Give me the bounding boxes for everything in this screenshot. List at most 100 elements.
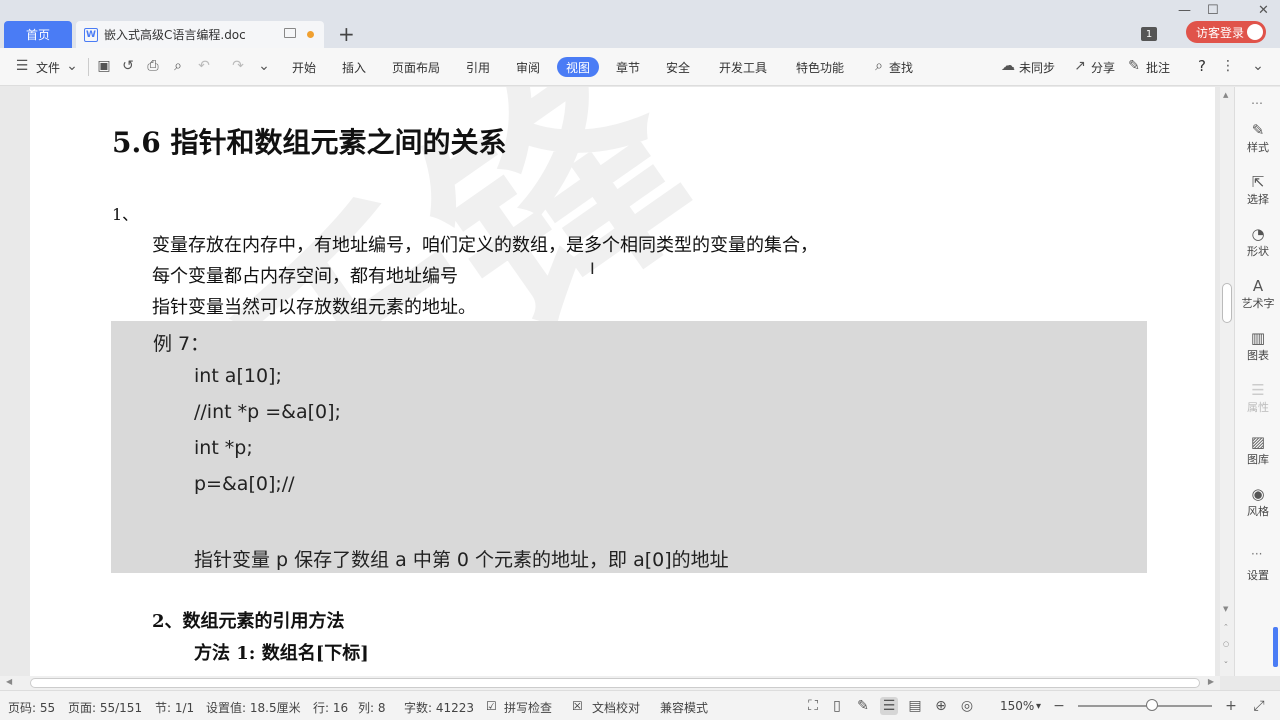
collapse-ribbon-icon[interactable]: ⌄ [1250,58,1266,74]
outline-view-icon[interactable]: ▤ [906,697,924,715]
redo-icon[interactable]: ↷ [230,58,246,74]
web-view-icon[interactable]: ⊕ [932,697,950,715]
help-button[interactable]: ? [1198,57,1206,75]
style-icon: ◉ [1251,485,1265,503]
panel-chart-button[interactable]: ▥ 图表 [1235,329,1280,363]
zoom-dropdown-icon[interactable]: ▾ [1036,701,1041,712]
login-button[interactable]: 访客登录 [1186,21,1266,43]
panel-more-icon[interactable]: … [1251,93,1263,107]
menu-security[interactable]: 安全 [666,59,690,76]
cloud-sync-icon[interactable]: ☁ [1000,58,1016,74]
select-browse-icon[interactable]: ○ [1223,640,1229,648]
status-row[interactable]: 行: 16 [313,699,348,716]
comment-button[interactable]: 批注 [1146,59,1170,76]
print-icon[interactable]: ⎙ [145,58,161,74]
focus-mode-icon[interactable]: ⛶ [804,697,822,715]
window-count-badge[interactable]: 1 [1141,27,1157,41]
quick-access-dropdown-icon[interactable]: ⌄ [256,58,272,74]
proofread-button[interactable]: 文档校对 [592,699,640,716]
scroll-up-icon[interactable]: ▲ [1223,91,1228,99]
status-page-code[interactable]: 页码: 55 [8,699,55,716]
tab-home[interactable]: 首页 [4,21,72,48]
scroll-right-icon[interactable]: ▶ [1208,677,1214,686]
panel-label: 设置 [1247,569,1269,582]
menu-references[interactable]: 引用 [466,59,490,76]
panel-shape-button[interactable]: ◔ 形状 [1235,225,1280,259]
status-bar: 页码: 55 页面: 55/151 节: 1/1 设置值: 18.5厘米 行: … [0,690,1280,720]
panel-wordart-button[interactable]: A 艺术字 [1235,277,1280,311]
more-icon[interactable]: ⋮ [1220,58,1236,74]
panel-settings-button[interactable]: 设置 [1235,567,1280,583]
document-page[interactable]: 千锋 5.6 指针和数组元素之间的关系 1、 变量存放在内存中，有地址编号，咱们… [30,87,1215,676]
next-page-icon[interactable]: ⌄ [1223,657,1229,665]
chart-icon: ▥ [1250,329,1266,347]
menu-page-layout[interactable]: 页面布局 [392,59,440,76]
maximize-icon[interactable]: ☐ [1207,3,1219,18]
fit-window-icon[interactable]: ⤢ [1250,697,1268,715]
tab-document[interactable]: W 嵌入式高级C语言编程.doc [76,21,324,48]
menu-file[interactable]: 文件 [36,59,60,76]
status-pages[interactable]: 页面: 55/151 [68,699,142,716]
horizontal-scrollbar[interactable]: ◀ ▶ [0,676,1220,690]
zoom-slider-knob[interactable] [1146,699,1158,711]
menu-insert[interactable]: 插入 [342,59,366,76]
comment-icon[interactable]: ✎ [1126,58,1142,74]
menu-search[interactable]: 查找 [889,59,913,76]
edit-mode-icon[interactable]: ✎ [854,697,872,715]
monitor-icon[interactable] [284,28,296,38]
export-icon[interactable]: ↺ [120,58,136,74]
vertical-scrollbar[interactable]: ▲ ▼ ⌃ ○ ⌄ [1220,87,1234,676]
spellcheck-button[interactable]: 拼写检查 [504,699,552,716]
eye-protection-icon[interactable]: ◎ [958,697,976,715]
panel-style-theme-button[interactable]: ◉ 风格 [1235,485,1280,519]
status-setting[interactable]: 设置值: 18.5厘米 [206,699,301,716]
menu-review[interactable]: 审阅 [516,59,540,76]
panel-label: 属性 [1247,401,1269,414]
panel-style-button[interactable]: ✎ 样式 [1235,121,1280,155]
avatar [1247,24,1263,40]
tab-document-label: 嵌入式高级C语言编程.doc [104,28,246,42]
panel-gallery-button[interactable]: ▨ 图库 [1235,433,1280,467]
menu-view[interactable]: 视图 [557,57,599,77]
spellcheck-icon[interactable]: ☑ [486,699,497,713]
panel-select-button[interactable]: ⇱ 选择 [1235,173,1280,207]
hamburger-icon[interactable]: ☰ [14,58,30,74]
search-icon[interactable]: ⌕ [871,58,887,74]
undo-icon[interactable]: ↶ [196,58,212,74]
chevron-down-icon[interactable]: ⌄ [64,58,80,74]
code-line: p=&a[0];// [194,473,295,495]
panel-scroll-indicator[interactable] [1273,627,1278,667]
login-label: 访客登录 [1196,25,1245,40]
horizontal-scroll-thumb[interactable] [30,678,1200,688]
scroll-down-icon[interactable]: ▼ [1223,605,1228,613]
page-view-icon[interactable]: ☰ [880,697,898,715]
vertical-scroll-thumb[interactable] [1222,283,1232,323]
share-icon[interactable]: ↗ [1072,58,1088,74]
zoom-in-icon[interactable]: + [1222,697,1240,715]
new-tab-button[interactable]: + [338,22,355,46]
menu-developer[interactable]: 开发工具 [719,59,767,76]
status-section[interactable]: 节: 1/1 [155,699,194,716]
sync-status[interactable]: 未同步 [1019,59,1055,76]
zoom-slider[interactable] [1078,705,1212,707]
zoom-level[interactable]: 150% [1000,699,1034,713]
previous-page-icon[interactable]: ⌃ [1223,623,1229,631]
panel-label: 图表 [1247,349,1269,362]
menu-start[interactable]: 开始 [292,59,316,76]
save-icon[interactable]: ▣ [96,58,112,74]
panel-settings-dots-icon: ··· [1251,547,1263,561]
close-icon[interactable]: ✕ [1258,3,1269,18]
menu-features[interactable]: 特色功能 [796,59,844,76]
status-col[interactable]: 列: 8 [358,699,386,716]
gallery-icon: ▨ [1250,433,1266,451]
panel-properties-button[interactable]: ☰ 属性 [1235,381,1280,415]
menu-chapter[interactable]: 章节 [616,59,640,76]
reading-mode-icon[interactable]: ▯ [828,697,846,715]
scroll-left-icon[interactable]: ◀ [6,677,12,686]
minimize-icon[interactable]: — [1178,3,1191,18]
zoom-out-icon[interactable]: − [1050,697,1068,715]
share-button[interactable]: 分享 [1091,59,1115,76]
proofread-icon[interactable]: ☒ [572,699,583,713]
print-preview-icon[interactable]: ⌕ [170,58,186,74]
status-word-count[interactable]: 字数: 41223 [404,699,474,716]
